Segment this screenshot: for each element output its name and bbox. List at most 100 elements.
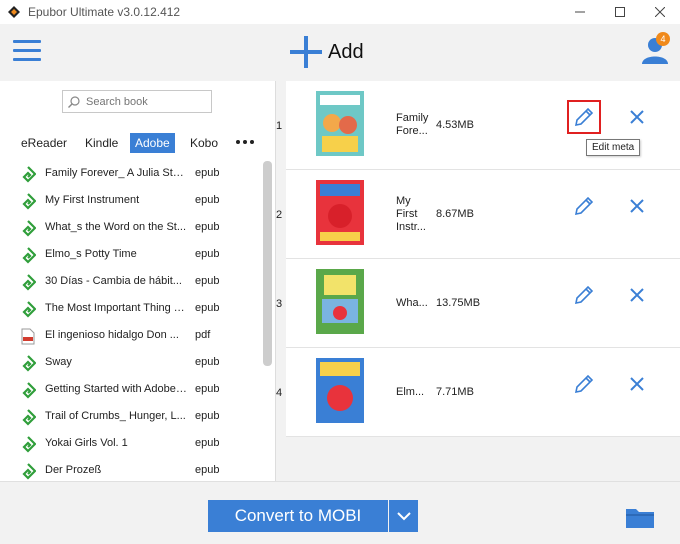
list-item[interactable]: The Most Important Thing Y... epub — [0, 296, 262, 323]
book-title-line: Fore... — [396, 125, 428, 137]
book-format: epub — [195, 464, 220, 476]
book-format: epub — [195, 275, 220, 287]
book-cover-image — [316, 358, 364, 423]
search-input[interactable] — [84, 94, 208, 109]
add-button-label: Add — [328, 40, 364, 63]
header-toolbar: Add 4 — [0, 24, 680, 82]
convert-button[interactable]: Convert to MOBI — [208, 500, 388, 532]
maximize-icon — [615, 7, 625, 17]
row-index: 4 — [276, 387, 283, 399]
remove-icon[interactable] — [627, 107, 647, 127]
epub-icon — [22, 274, 36, 291]
list-item[interactable]: Elmo_s Potty Time epub — [0, 242, 262, 269]
book-name: Sway — [45, 356, 72, 368]
book-format: epub — [195, 167, 220, 179]
plus-icon — [290, 36, 322, 68]
chevron-down-icon — [396, 512, 411, 521]
edit-meta-icon[interactable] — [573, 284, 595, 306]
epub-icon — [22, 382, 36, 399]
book-title-line: Instr... — [396, 221, 426, 233]
add-button[interactable]: Add — [290, 34, 364, 70]
edit-meta-tooltip: Edit meta — [586, 139, 641, 156]
book-format: epub — [195, 221, 220, 233]
conversion-item[interactable]: Family Fore... 4.53MB — [286, 81, 680, 170]
pdf-icon — [21, 328, 35, 345]
remove-icon[interactable] — [627, 285, 647, 305]
epub-icon — [22, 436, 36, 453]
tab-kobo[interactable]: Kobo — [185, 133, 223, 153]
book-title-line: Elm... — [396, 386, 425, 398]
epub-icon — [22, 193, 36, 210]
list-item[interactable]: El ingenioso hidalgo Don ... pdf — [0, 323, 262, 350]
list-item[interactable]: What_s the Word on the St... epub — [0, 215, 262, 242]
file-size: 7.71MB — [436, 386, 474, 398]
folder-icon[interactable] — [626, 506, 654, 528]
list-item[interactable]: 30 Días - Cambia de hábit... epub — [0, 269, 262, 296]
search-box[interactable] — [62, 90, 212, 113]
book-format: epub — [195, 248, 220, 260]
edit-meta-icon[interactable] — [573, 195, 595, 217]
window-title: Epubor Ultimate v3.0.12.412 — [28, 5, 181, 19]
hamburger-menu-icon[interactable] — [13, 40, 41, 64]
remove-icon[interactable] — [627, 196, 647, 216]
minimize-button[interactable] — [560, 0, 600, 24]
list-item[interactable]: Yokai Girls Vol. 1 epub — [0, 431, 262, 458]
epub-icon — [22, 166, 36, 183]
sidebar-scrollbar[interactable] — [263, 161, 272, 366]
edit-meta-icon[interactable] — [573, 373, 595, 395]
file-size: 4.53MB — [436, 119, 474, 131]
epub-icon — [22, 247, 36, 264]
book-title-line: Family — [396, 112, 429, 124]
row-index: 1 — [276, 120, 283, 132]
book-name: What_s the Word on the St... — [45, 221, 187, 233]
book-cover-image — [316, 91, 364, 156]
book-cover-image — [316, 180, 364, 245]
title-bar: Epubor Ultimate v3.0.12.412 — [0, 0, 680, 24]
edit-meta-icon[interactable] — [567, 100, 601, 134]
book-title-line: My — [396, 195, 411, 207]
book-title-line: Wha... — [396, 297, 428, 309]
conversion-item[interactable]: Elm... 7.71MB — [286, 348, 680, 437]
list-item[interactable]: Getting Started with Adobe ... epub — [0, 377, 262, 404]
convert-format-dropdown[interactable] — [389, 500, 418, 532]
book-name: The Most Important Thing Y... — [45, 302, 187, 314]
app-logo-icon — [8, 6, 20, 18]
list-item[interactable]: Trail of Crumbs_ Hunger, L... epub — [0, 404, 262, 431]
conversion-item[interactable]: My First Instr... 8.67MB — [286, 170, 680, 259]
list-item[interactable]: Family Forever_ A Julia Sto... epub — [0, 161, 262, 188]
search-icon — [68, 95, 80, 108]
file-size: 8.67MB — [436, 208, 474, 220]
book-name: El ingenioso hidalgo Don ... — [45, 329, 179, 341]
tab-kindle[interactable]: Kindle — [80, 133, 123, 153]
book-name: Yokai Girls Vol. 1 — [45, 437, 128, 449]
book-format: pdf — [195, 329, 211, 341]
book-format: epub — [195, 437, 220, 449]
conversion-item[interactable]: Wha... 13.75MB — [286, 259, 680, 348]
maximize-button[interactable] — [600, 0, 640, 24]
book-name: My First Instrument — [45, 194, 140, 206]
epub-icon — [22, 409, 36, 426]
row-index: 2 — [276, 209, 283, 221]
device-tabs: eReader Kindle Adobe Kobo — [0, 131, 275, 155]
notification-badge: 4 — [656, 32, 670, 46]
tab-ereader[interactable]: eReader — [16, 133, 72, 153]
library-sidebar: eReader Kindle Adobe Kobo Family Forever… — [0, 81, 276, 481]
remove-icon[interactable] — [627, 374, 647, 394]
user-account-button[interactable]: 4 — [640, 32, 674, 66]
close-icon — [655, 7, 665, 17]
book-name: Getting Started with Adobe ... — [45, 383, 187, 395]
close-window-button[interactable] — [640, 0, 680, 24]
book-format: epub — [195, 194, 220, 206]
book-format: epub — [195, 356, 220, 368]
minimize-icon — [575, 11, 585, 13]
epub-icon — [22, 463, 36, 480]
epub-icon — [22, 301, 36, 318]
row-index: 3 — [276, 298, 283, 310]
epub-icon — [22, 355, 36, 372]
list-item[interactable]: My First Instrument epub — [0, 188, 262, 215]
tab-adobe[interactable]: Adobe — [130, 133, 175, 153]
more-tabs-icon[interactable] — [236, 140, 254, 144]
book-format: epub — [195, 302, 220, 314]
list-item[interactable]: Sway epub — [0, 350, 262, 377]
book-name: Family Forever_ A Julia Sto... — [45, 167, 187, 179]
